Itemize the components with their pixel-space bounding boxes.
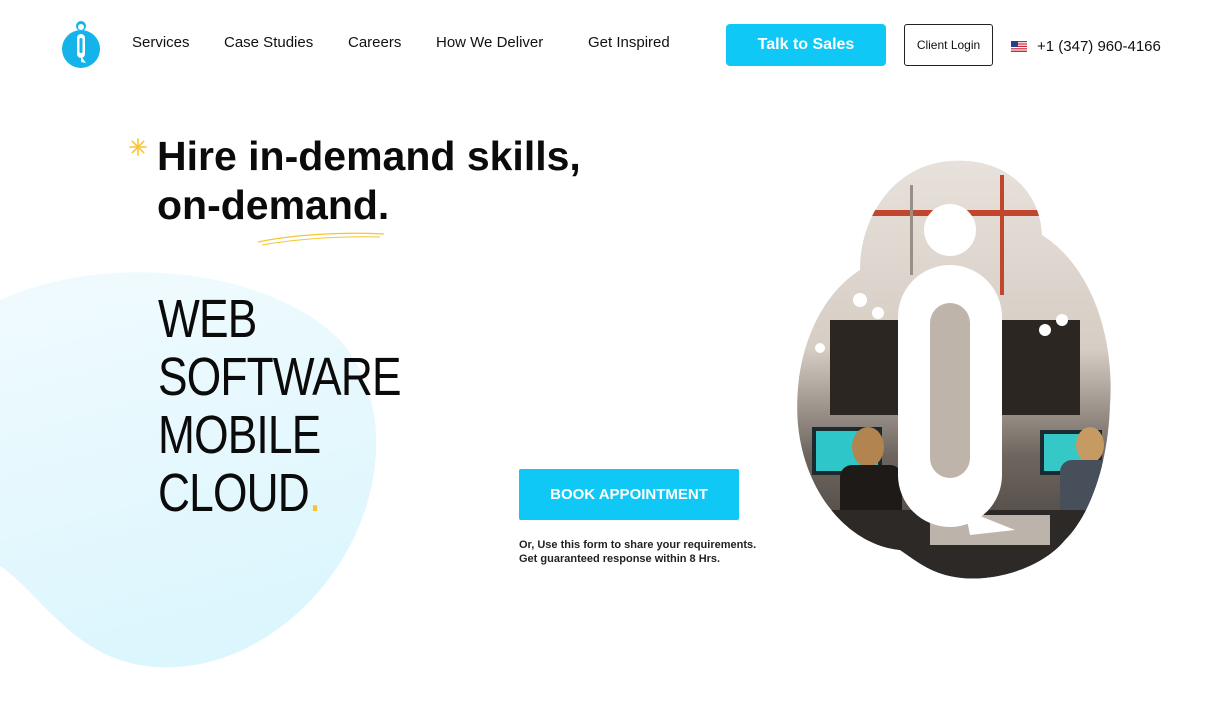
nav-careers[interactable]: Careers bbox=[348, 34, 401, 51]
q-logo-icon[interactable] bbox=[60, 18, 102, 72]
client-login-button[interactable]: Client Login bbox=[904, 24, 993, 66]
nav-how-we-deliver[interactable]: How We Deliver bbox=[436, 34, 543, 51]
office-photo bbox=[797, 160, 1111, 579]
phone-number[interactable]: +1 (347) 960-4166 bbox=[1037, 38, 1161, 55]
hero-title: Hire in-demand skills, on-demand. bbox=[157, 132, 581, 230]
page: Services Case Studies Careers How We Del… bbox=[0, 0, 1225, 722]
sparkle-icon bbox=[129, 138, 147, 156]
hero-title-line-1: Hire in-demand skills, bbox=[157, 133, 581, 179]
cta-note: Or, Use this form to share your requirem… bbox=[519, 538, 756, 566]
service-web: WEB bbox=[158, 289, 257, 349]
service-dot: . bbox=[308, 463, 321, 523]
service-cloud-row: CLOUD. bbox=[158, 464, 401, 522]
service-cloud: CLOUD bbox=[158, 463, 310, 523]
phone-contact[interactable]: +1 (347) 960-4166 bbox=[1011, 38, 1161, 55]
talk-to-sales-button[interactable]: Talk to Sales bbox=[726, 24, 886, 66]
hero-title-line-2: on-demand. bbox=[157, 182, 390, 228]
scribble-underline bbox=[257, 232, 385, 246]
services-list: WEB SOFTWARE MOBILE CLOUD. bbox=[158, 290, 454, 522]
cta-note-line-1: Or, Use this form to share your requirem… bbox=[519, 539, 757, 551]
us-flag-icon bbox=[1011, 41, 1027, 52]
nav-services[interactable]: Services bbox=[132, 34, 190, 51]
site-header: Services Case Studies Careers How We Del… bbox=[0, 0, 1225, 90]
cta-note-line-2: Get guaranteed response within 8 Hrs. bbox=[519, 553, 721, 565]
nav-case-studies[interactable]: Case Studies bbox=[224, 34, 313, 51]
service-mobile: MOBILE bbox=[158, 405, 321, 465]
service-software: SOFTWARE bbox=[158, 347, 402, 407]
book-appointment-button[interactable]: BOOK APPOINTMENT bbox=[519, 469, 739, 520]
nav-get-inspired[interactable]: Get Inspired bbox=[588, 34, 670, 51]
